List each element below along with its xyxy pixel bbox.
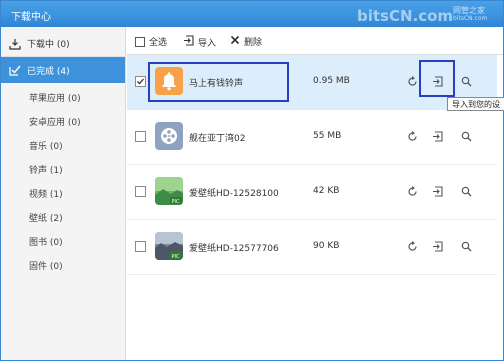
watermark-logo: bitsCN.com [357, 7, 454, 25]
highlight-box-file [148, 62, 289, 102]
import-to-device-icon[interactable] [430, 129, 444, 143]
sidebar-item-ringtones[interactable]: 铃声 (1) [1, 159, 125, 183]
row-checkbox[interactable] [135, 76, 146, 87]
list-item[interactable]: 舰在亚丁湾02 55 MB [127, 110, 497, 165]
import-label: 导入 [198, 38, 217, 49]
list-item[interactable]: PIC 爱壁纸HD-12528100 42 KB [127, 165, 497, 220]
row-checkbox[interactable] [135, 186, 146, 197]
sidebar-item-wallpapers[interactable]: 壁纸 (2) [1, 207, 125, 231]
row-checkbox[interactable] [135, 131, 146, 142]
toolbar: 全选 导入 删除 [127, 27, 503, 55]
import-to-device-icon[interactable] [430, 184, 444, 198]
retry-icon[interactable] [405, 239, 419, 253]
sidebar-item-downloading[interactable]: 下载中 (0) [1, 31, 125, 57]
sidebar-item-completed[interactable]: 已完成 (4) [1, 57, 125, 83]
sidebar-item-books[interactable]: 图书 (0) [1, 231, 125, 255]
pic-badge: PIC [172, 199, 180, 205]
highlight-box-import [419, 60, 455, 97]
window-title: 下载中心 [11, 12, 51, 23]
select-all-button[interactable]: 全选 [135, 35, 167, 48]
download-center-window: 下载中心 bitsCN.com 网管之家 bitsCN.com 下载中 (0) … [0, 0, 504, 361]
wallpaper-thumb: PIC [155, 177, 183, 205]
checkbox-icon [135, 36, 145, 47]
row-checkbox[interactable] [135, 241, 146, 252]
delete-label: 删除 [244, 38, 263, 48]
import-tooltip: 导入到您的设 [447, 97, 504, 111]
watermark-subtitle-url: bitsCN.com [453, 15, 488, 22]
category-list: 苹果应用 (0) 安卓应用 (0) 音乐 (0) 铃声 (1) 视频 (1) 壁… [1, 87, 125, 279]
check-box-icon [9, 64, 21, 76]
download-icon [9, 38, 21, 50]
pic-badge: PIC [172, 254, 180, 260]
file-size: 0.95 MB [313, 76, 350, 86]
sidebar-item-apple-apps[interactable]: 苹果应用 (0) [1, 87, 125, 111]
file-name: 舰在亚丁湾02 [189, 134, 246, 144]
file-size: 55 MB [313, 131, 342, 141]
sidebar: 下载中 (0) 已完成 (4) 苹果应用 (0) 安卓应用 (0) 音乐 (0)… [1, 27, 126, 360]
sidebar-item-android-apps[interactable]: 安卓应用 (0) [1, 111, 125, 135]
file-size: 90 KB [313, 241, 340, 251]
import-button[interactable]: 导入 [183, 35, 216, 49]
close-icon [230, 35, 240, 48]
sidebar-item-videos[interactable]: 视频 (1) [1, 183, 125, 207]
search-icon[interactable] [459, 239, 473, 253]
file-name: 爱壁纸HD-12528100 [189, 189, 279, 199]
search-icon[interactable] [459, 129, 473, 143]
retry-icon[interactable] [405, 129, 419, 143]
file-name: 爱壁纸HD-12577706 [189, 244, 279, 254]
sidebar-item-label: 下载中 (0) [27, 40, 70, 50]
sidebar-item-firmware[interactable]: 固件 (0) [1, 255, 125, 279]
video-reel-icon [155, 122, 183, 150]
search-icon[interactable] [459, 184, 473, 198]
sidebar-item-label: 已完成 (4) [27, 66, 70, 77]
sidebar-item-music[interactable]: 音乐 (0) [1, 135, 125, 159]
search-icon[interactable] [459, 74, 473, 88]
import-icon [183, 35, 194, 49]
title-bar: 下载中心 bitsCN.com 网管之家 bitsCN.com [1, 1, 503, 27]
retry-icon[interactable] [405, 74, 419, 88]
list-item[interactable]: PIC 爱壁纸HD-12577706 90 KB [127, 220, 497, 275]
select-all-label: 全选 [149, 38, 168, 48]
import-to-device-icon[interactable] [430, 239, 444, 253]
file-size: 42 KB [313, 186, 340, 196]
retry-icon[interactable] [405, 184, 419, 198]
wallpaper-thumb: PIC [155, 232, 183, 260]
delete-button[interactable]: 删除 [230, 35, 262, 48]
